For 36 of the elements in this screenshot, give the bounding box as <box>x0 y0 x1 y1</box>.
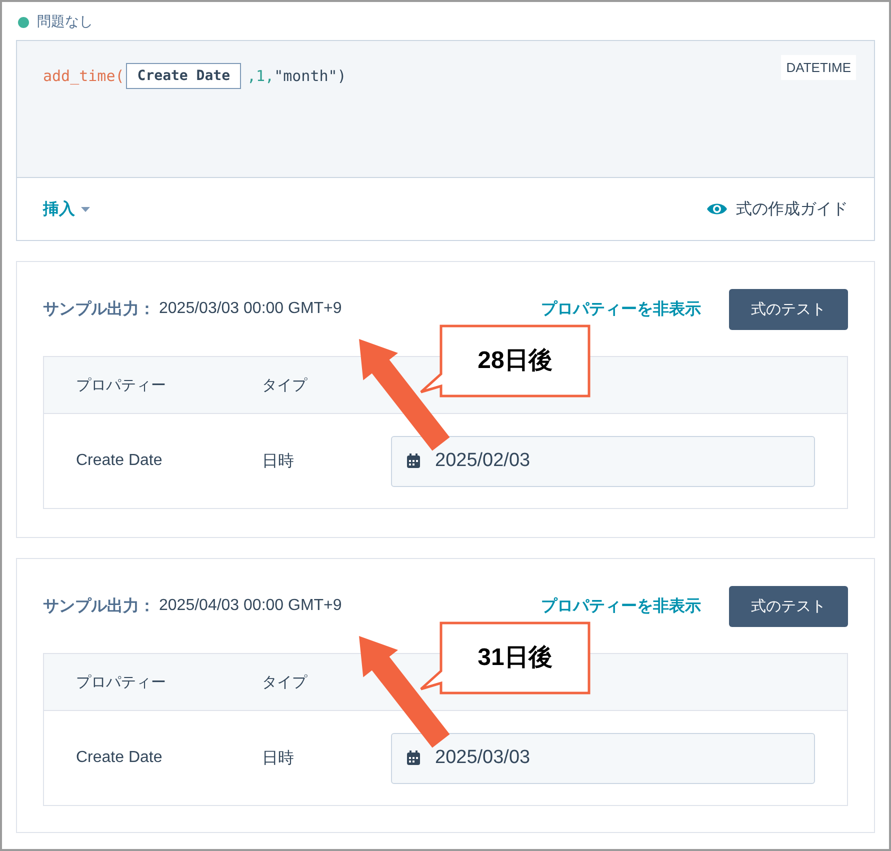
sample-output-value: 2025/03/03 00:00 GMT+9 <box>159 300 342 318</box>
test-formula-button[interactable]: 式のテスト <box>729 288 848 330</box>
insert-dropdown[interactable]: 挿入 <box>43 198 90 220</box>
property-type: 日時 <box>262 748 295 768</box>
column-header: タイプ <box>262 376 308 394</box>
hide-properties-link[interactable]: プロパティーを非表示 <box>541 596 701 616</box>
calendar-icon <box>406 453 421 469</box>
formula-guide-link[interactable]: 式の作成ガイド <box>706 198 848 220</box>
code-text: "month") <box>274 67 346 85</box>
test-formula-button[interactable]: 式のテスト <box>729 586 848 626</box>
eye-icon <box>706 202 728 216</box>
callout-text: 31日後 <box>478 644 552 672</box>
callout-text: 28日後 <box>478 348 552 374</box>
hide-properties-link[interactable]: プロパティーを非表示 <box>541 298 701 320</box>
status-text: 問題なし <box>37 13 93 31</box>
date-value: 2025/02/03 <box>435 450 530 472</box>
column-header: タイプ <box>262 672 308 692</box>
property-type: 日時 <box>262 452 295 472</box>
property-name: Create Date <box>76 452 164 470</box>
code-text: add_time( <box>43 67 124 85</box>
sample-output-label: サンプル出力： <box>43 596 155 616</box>
sample-output-value: 2025/04/03 00:00 GMT+9 <box>159 597 342 615</box>
property-token[interactable]: Create Date <box>126 63 241 89</box>
status-dot <box>18 16 29 28</box>
date-field[interactable]: 2025/02/03 <box>391 436 815 486</box>
caret-icon <box>81 206 90 212</box>
date-value: 2025/03/03 <box>435 747 530 769</box>
calendar-icon <box>406 750 421 766</box>
column-header: プロパティー <box>76 376 167 394</box>
date-field[interactable]: 2025/03/03 <box>391 732 815 784</box>
code-text: ,1, <box>247 67 274 85</box>
property-name: Create Date <box>76 749 164 767</box>
sample-output-label: サンプル出力： <box>43 299 155 320</box>
formula-editor[interactable]: add_time( Create Date ,1,"month") DATETIME 挿入 式の作成ガイド <box>16 40 875 241</box>
type-badge: DATETIME <box>781 55 856 80</box>
column-header: プロパティー <box>76 672 167 692</box>
